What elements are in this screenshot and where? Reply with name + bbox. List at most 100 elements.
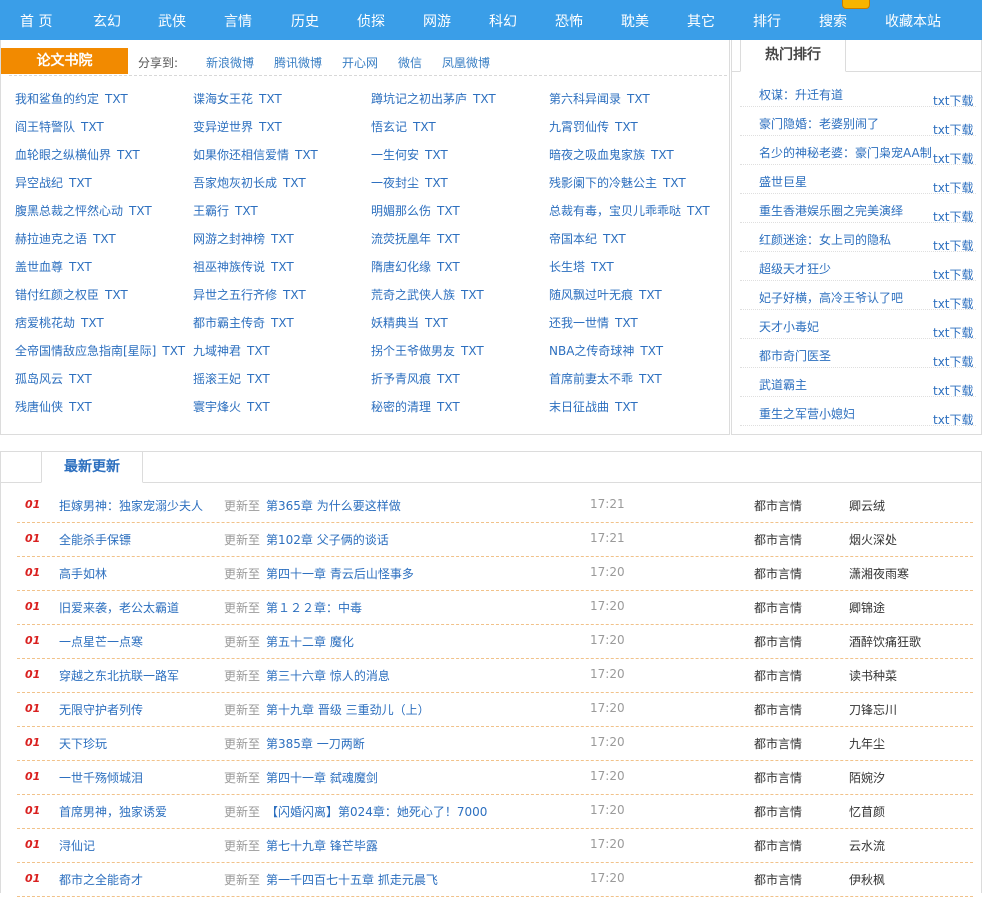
txt-download-link[interactable]: TXT [69, 372, 92, 386]
txt-download-link[interactable]: TXT [437, 204, 460, 218]
chapter-link[interactable]: 第１２２章：中毒 [266, 599, 362, 616]
book-link[interactable]: 九霄罚仙传 TXT [549, 118, 638, 135]
txt-download-link[interactable]: TXT [461, 288, 484, 302]
book-link[interactable]: 变异逆世界 TXT [193, 118, 282, 135]
txt-download-link[interactable]: TXT [117, 148, 140, 162]
book-link[interactable]: 帝国本纪 TXT [549, 230, 626, 247]
book-link[interactable]: 第六科异闻录 TXT [549, 90, 650, 107]
book-link[interactable]: 腹黑总裁之怦然心动 TXT [15, 202, 152, 219]
book-link[interactable]: 拒嫁男神：独家宠溺少夫人 [59, 497, 203, 514]
nav-wuxia[interactable]: 武侠 [158, 11, 186, 31]
book-link[interactable]: 高手如林 [59, 565, 107, 582]
book-link[interactable]: 摇滚王妃 TXT [193, 370, 270, 387]
chapter-link[interactable]: 第四十一章 弑魂魔剑 [266, 769, 378, 786]
nav-home[interactable]: 首 页 [20, 11, 52, 31]
chapter-link[interactable]: 第十九章 晋级 三重劲儿（上） [266, 701, 430, 718]
nav-kehuan[interactable]: 科幻 [489, 11, 517, 31]
nav-search[interactable]: 搜索 [819, 11, 847, 31]
book-link[interactable]: 残影阑下的冷魅公主 TXT [549, 174, 686, 191]
txt-download-link[interactable]: TXT [425, 148, 448, 162]
txt-download-link[interactable]: TXT [615, 120, 638, 134]
nav-wangyou[interactable]: 网游 [423, 11, 451, 31]
book-link[interactable]: 一夜封尘 TXT [371, 174, 448, 191]
hot-book-link[interactable]: 天才小毒妃 [759, 318, 819, 335]
book-link[interactable]: 都市之全能奇才 [59, 871, 143, 888]
book-link[interactable]: 穿越之东北抗联一路军 [59, 667, 179, 684]
txt-download-link[interactable]: TXT [271, 260, 294, 274]
book-link[interactable]: 隋唐幻化缘 TXT [371, 258, 460, 275]
nav-qita[interactable]: 其它 [687, 11, 715, 31]
book-link[interactable]: 都市霸主传奇 TXT [193, 314, 294, 331]
book-link[interactable]: 首席前妻太不乖 TXT [549, 370, 662, 387]
book-link[interactable]: 拐个王爷做男友 TXT [371, 342, 484, 359]
share-sina[interactable]: 新浪微博 [206, 54, 254, 71]
book-link[interactable]: 总裁有毒，宝贝儿乖乖哒 TXT [549, 202, 710, 219]
book-link[interactable]: 赫拉迪克之语 TXT [15, 230, 116, 247]
txt-download-link[interactable]: TXT [640, 344, 663, 358]
book-link[interactable]: 全帝国情敌应急指南[星际] TXT [15, 342, 185, 359]
nav-zhentan[interactable]: 侦探 [357, 11, 385, 31]
txt-download-link[interactable]: TXT [283, 288, 306, 302]
txt-download-link[interactable]: TXT [162, 344, 185, 358]
txt-download-link[interactable]: TXT [247, 372, 270, 386]
book-link[interactable]: 荒奇之武侠人族 TXT [371, 286, 484, 303]
share-kaixin[interactable]: 开心网 [342, 54, 378, 71]
book-link[interactable]: 一生何安 TXT [371, 146, 448, 163]
txt-download-link[interactable]: TXT [105, 288, 128, 302]
chapter-link[interactable]: 第365章 为什么要这样做 [266, 497, 401, 514]
book-link[interactable]: 蹲坑记之初出茅庐 TXT [371, 90, 496, 107]
book-link[interactable]: 全能杀手保镖 [59, 531, 131, 548]
chapter-link[interactable]: 第385章 一刀两断 [266, 735, 365, 752]
txt-download-link[interactable]: TXT [69, 260, 92, 274]
book-link[interactable]: 随风飘过叶无痕 TXT [549, 286, 662, 303]
book-link[interactable]: 盖世血尊 TXT [15, 258, 92, 275]
txt-download-link[interactable]: TXT [461, 344, 484, 358]
book-link[interactable]: 还我一世情 TXT [549, 314, 638, 331]
txt-download-link[interactable]: TXT [425, 176, 448, 190]
txt-download-link[interactable]: TXT [259, 120, 282, 134]
book-link[interactable]: 如果你还相信爱情 TXT [193, 146, 318, 163]
txt-download-link[interactable]: TXT [437, 400, 460, 414]
txt-download-link[interactable]: TXT [615, 400, 638, 414]
book-link[interactable]: 孤岛风云 TXT [15, 370, 92, 387]
book-link[interactable]: 暗夜之吸血鬼家族 TXT [549, 146, 674, 163]
hot-book-link[interactable]: 都市奇门医圣 [759, 347, 831, 364]
txt-download-link[interactable]: TXT [639, 288, 662, 302]
txt-download-link[interactable]: TXT [105, 92, 128, 106]
book-link[interactable]: 浔仙记 [59, 837, 95, 854]
book-link[interactable]: 一世千殇倾城泪 [59, 769, 143, 786]
nav-danmei[interactable]: 耽美 [621, 11, 649, 31]
txt-download-link[interactable]: TXT [69, 400, 92, 414]
share-ifeng[interactable]: 凤凰微博 [442, 54, 490, 71]
txt-download-link[interactable]: TXT [81, 120, 104, 134]
txt-download-link[interactable]: TXT [271, 316, 294, 330]
nav-yanqing[interactable]: 言情 [224, 11, 252, 31]
book-link[interactable]: 寰宇烽火 TXT [193, 398, 270, 415]
chapter-link[interactable]: 【闪婚闪离】第024章：她死心了！7000 [266, 803, 487, 820]
book-link[interactable]: 一点星芒一点寒 [59, 633, 143, 650]
txt-download-link[interactable]: TXT [129, 204, 152, 218]
txt-download-link[interactable]: TXT [437, 372, 460, 386]
hot-book-link[interactable]: 妃子好横，高冷王爷认了吧 [759, 289, 903, 306]
chapter-link[interactable]: 第五十二章 魔化 [266, 633, 354, 650]
book-link[interactable]: 长生塔 TXT [549, 258, 614, 275]
chapter-link[interactable]: 第四十一章 青云后山怪事多 [266, 565, 414, 582]
txt-download-link[interactable]: TXT [259, 92, 282, 106]
nav-kongbu[interactable]: 恐怖 [555, 11, 583, 31]
book-link[interactable]: 阎王特警队 TXT [15, 118, 104, 135]
txt-download-link[interactable]: TXT [425, 316, 448, 330]
txt-download-link[interactable]: TXT [687, 204, 710, 218]
book-link[interactable]: 秘密的清理 TXT [371, 398, 460, 415]
txt-download-link[interactable]: TXT [93, 232, 116, 246]
nav-paihang[interactable]: 排行 [753, 11, 781, 31]
book-link[interactable]: 九域神君 TXT [193, 342, 270, 359]
hot-book-link[interactable]: 超级天才狂少 [759, 260, 831, 277]
txt-download-link[interactable]: TXT [651, 148, 674, 162]
chapter-link[interactable]: 第三十六章 惊人的消息 [266, 667, 390, 684]
txt-download-link[interactable]: TXT [591, 260, 614, 274]
hot-book-link[interactable]: 红颜迷途：女上司的隐私 [759, 231, 891, 248]
book-link[interactable]: 祖巫神族传说 TXT [193, 258, 294, 275]
txt-download-link[interactable]: TXT [247, 344, 270, 358]
txt-download-link[interactable]: TXT [295, 148, 318, 162]
txt-download-link[interactable]: TXT [615, 316, 638, 330]
